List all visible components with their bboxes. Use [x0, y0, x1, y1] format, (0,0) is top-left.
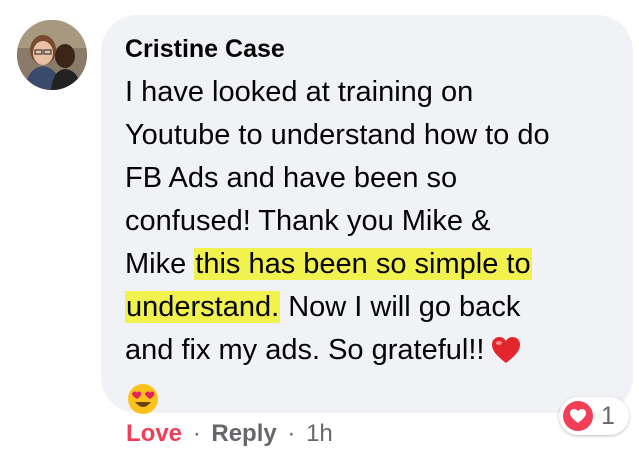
comment-line: I have looked at training on: [125, 76, 474, 108]
comment-line: Mike this has been so simple to: [125, 243, 615, 286]
comment-line: understand. Now I will go back: [125, 286, 615, 329]
avatar-photo: [17, 20, 87, 90]
comment-line: FB Ads and have been so: [125, 162, 458, 194]
highlighted-text: understand.: [125, 291, 281, 323]
comment-text: Mike: [125, 248, 195, 280]
comment-line: confused! Thank you Mike &: [125, 205, 491, 237]
comment-bubble: Cristine Case I have looked at training …: [101, 15, 633, 414]
reaction-summary[interactable]: 1: [559, 397, 629, 435]
love-button[interactable]: Love: [126, 420, 182, 447]
comment-actions: Love · Reply · 1h: [126, 420, 333, 448]
avatar[interactable]: [17, 20, 87, 90]
highlighted-text: this has been so simple to: [194, 248, 532, 280]
comment-author[interactable]: Cristine Case: [125, 35, 285, 64]
comment-line: and fix my ads. So grateful!!: [125, 329, 615, 378]
comment-emoji-line: [125, 378, 615, 421]
heart-icon: [490, 335, 522, 378]
comment-line: Youtube to understand how to do: [125, 119, 550, 151]
separator: ·: [287, 420, 296, 447]
reaction-count: 1: [601, 402, 615, 430]
comment-text: Now I will go back: [280, 291, 521, 323]
reply-button[interactable]: Reply: [211, 420, 276, 447]
comment-text: and fix my ads. So grateful!!: [125, 334, 485, 366]
love-reaction-icon: [563, 401, 593, 431]
comment-body: I have looked at training on Youtube to …: [125, 71, 615, 421]
separator: ·: [192, 420, 201, 447]
comment-timestamp[interactable]: 1h: [306, 420, 333, 447]
